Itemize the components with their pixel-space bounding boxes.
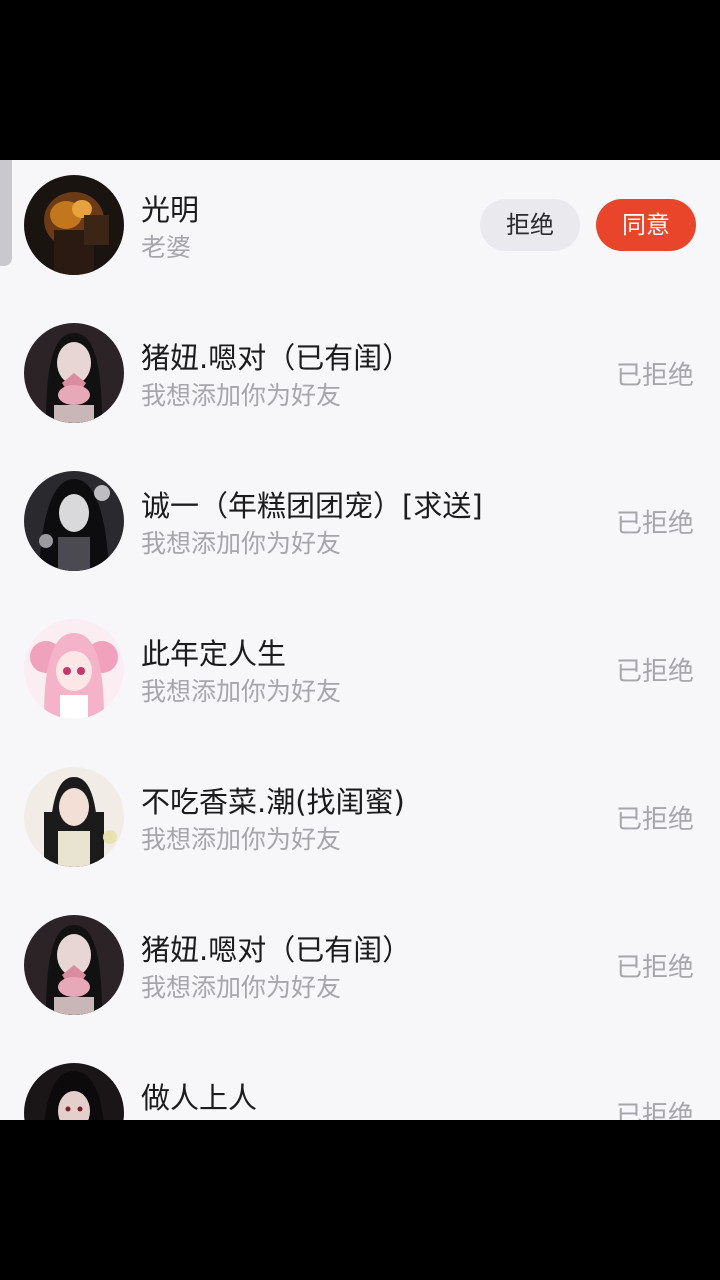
request-row[interactable]: 猪妞.嗯对（已有闺） 我想添加你为好友 已拒绝 [0,900,720,1048]
status-label: 已拒绝 [615,805,694,835]
avatar[interactable] [24,915,124,1015]
request-name: 诚一（年糕团团宠）[求送] [141,489,483,523]
reject-button[interactable]: 拒绝 [480,199,580,251]
request-message: 我想添加你为好友 [141,381,342,410]
request-name: 此年定人生 [141,637,287,671]
request-row[interactable]: 此年定人生 我想添加你为好友 已拒绝 [0,604,720,752]
request-message: 我想添加你为好友 [141,529,342,558]
avatar-girl-flower-icon [24,915,124,1015]
avatar-dark-fire-icon [24,175,124,275]
request-message: 我想添加你为好友 [141,677,342,706]
avatar[interactable] [24,767,124,867]
request-row[interactable]: 做人上人 已拒绝 [0,1048,720,1120]
request-row[interactable]: 不吃香菜.潮(找闺蜜) 我想添加你为好友 已拒绝 [0,752,720,900]
request-message: 我想添加你为好友 [141,825,342,854]
request-message: 我想添加你为好友 [141,973,342,1002]
request-name: 不吃香菜.潮(找闺蜜) [141,785,405,819]
status-label: 已拒绝 [615,657,694,687]
request-name: 光明 [141,193,200,227]
friend-request-list[interactable]: 光明 老婆 拒绝 同意 猪妞.嗯对（已有闺） 我想添加你为好友 已拒绝 诚一（年… [0,160,720,1120]
request-row[interactable]: 猪妞.嗯对（已有闺） 我想添加你为好友 已拒绝 [0,308,720,456]
status-label: 已拒绝 [615,953,694,983]
avatar[interactable] [24,323,124,423]
avatar[interactable] [24,619,124,719]
status-label: 已拒绝 [615,509,694,539]
request-name: 猪妞.嗯对（已有闺） [141,933,412,967]
request-name: 猪妞.嗯对（已有闺） [141,341,412,375]
avatar-girl-braids-icon [24,767,124,867]
request-name: 做人上人 [141,1081,258,1115]
request-row[interactable]: 光明 老婆 拒绝 同意 [0,160,720,308]
accept-button[interactable]: 同意 [596,199,696,251]
status-label: 已拒绝 [615,1101,694,1120]
avatar[interactable] [24,1063,124,1120]
avatar-gothic-girl-icon [24,471,124,571]
request-message: 老婆 [141,233,192,262]
avatar-dark-hair-icon [24,1063,124,1120]
avatar[interactable] [24,471,124,571]
avatar-pink-anime-icon [24,619,124,719]
status-label: 已拒绝 [615,361,694,391]
request-row[interactable]: 诚一（年糕团团宠）[求送] 我想添加你为好友 已拒绝 [0,456,720,604]
avatar[interactable] [24,175,124,275]
avatar-girl-flower-icon [24,323,124,423]
